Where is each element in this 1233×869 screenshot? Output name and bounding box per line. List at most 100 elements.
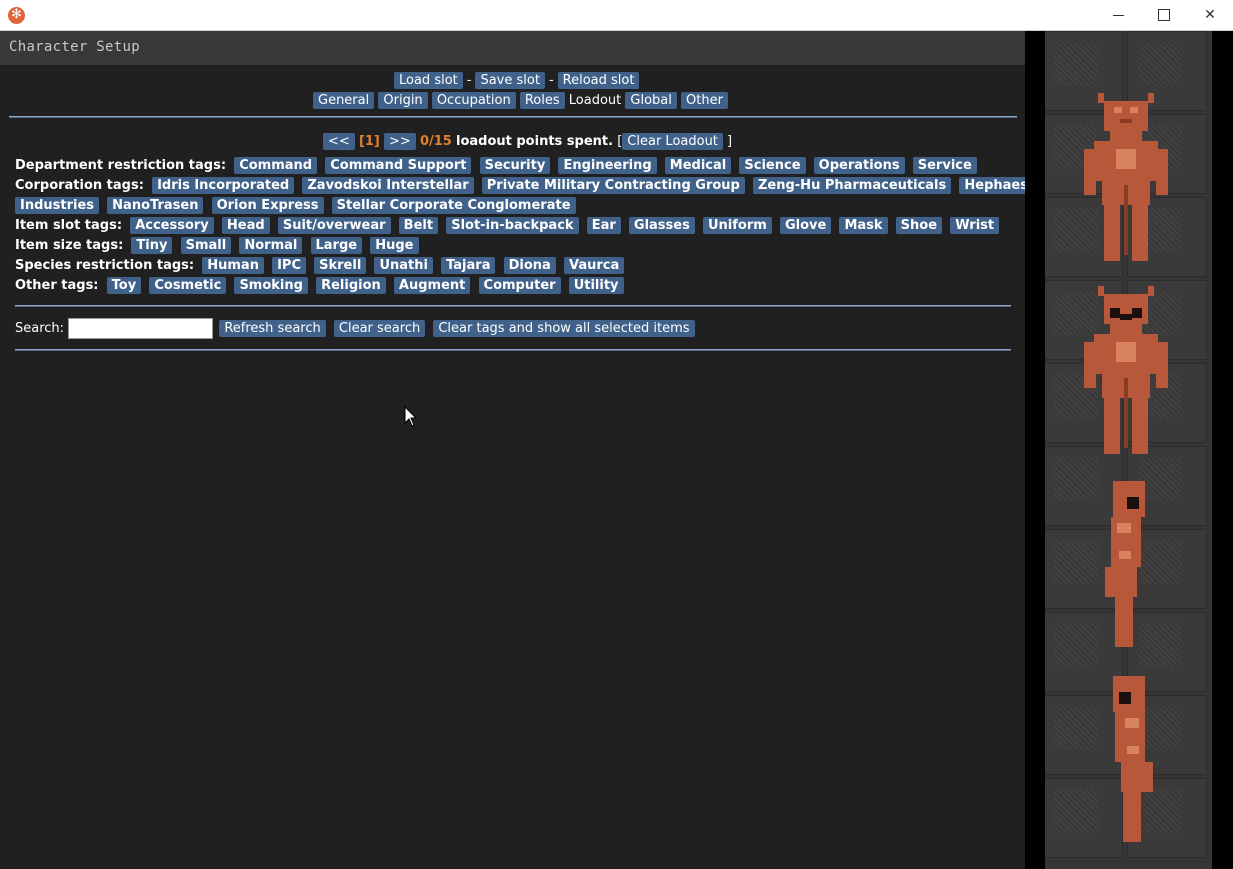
tab-global[interactable]: Global xyxy=(625,92,677,109)
divider xyxy=(15,305,1011,307)
tag-unathi[interactable]: Unathi xyxy=(374,257,433,274)
panel-header: Character Setup xyxy=(0,31,1025,65)
other-tags: Other tags: Toy Cosmetic Smoking Religio… xyxy=(15,277,624,295)
tag-label: Item size tags: xyxy=(15,238,124,253)
tab-occupation[interactable]: Occupation xyxy=(431,92,516,109)
tag-ear[interactable]: Ear xyxy=(586,217,621,234)
load-slot-button[interactable]: Load slot xyxy=(394,72,463,89)
close-icon[interactable]: ✕ xyxy=(1187,0,1233,30)
tag-shoe[interactable]: Shoe xyxy=(895,217,943,234)
maximize-icon[interactable] xyxy=(1141,0,1187,30)
tag-normal[interactable]: Normal xyxy=(239,237,303,254)
slot-controls: Load slot - Save slot - Reload slot xyxy=(394,72,640,89)
search-input[interactable] xyxy=(68,318,214,339)
clear-tags-button[interactable]: Clear tags and show all selected items xyxy=(433,320,695,337)
tag-vaurca[interactable]: Vaurca xyxy=(563,257,625,274)
tag-tajara[interactable]: Tajara xyxy=(441,257,496,274)
tag-smoking[interactable]: Smoking xyxy=(234,277,308,294)
next-page-button[interactable]: >> xyxy=(384,133,416,150)
tag-mask[interactable]: Mask xyxy=(839,217,888,234)
tag-glove[interactable]: Glove xyxy=(779,217,832,234)
clear-loadout-button[interactable]: Clear Loadout xyxy=(622,133,723,150)
tag-suit[interactable]: Suit/overwear xyxy=(277,217,391,234)
tag-cosmetic[interactable]: Cosmetic xyxy=(149,277,227,294)
tag-skrell[interactable]: Skrell xyxy=(314,257,367,274)
tab-general[interactable]: General xyxy=(313,92,375,109)
tag-service[interactable]: Service xyxy=(912,157,977,174)
vaurca-front-sprite xyxy=(1084,93,1168,261)
corporation-tags-cont: Industries NanoTrasen Orion Express Stel… xyxy=(15,197,576,215)
tag-label: Species restriction tags: xyxy=(15,258,195,273)
tag-belt[interactable]: Belt xyxy=(398,217,439,234)
tab-origin[interactable]: Origin xyxy=(378,92,428,109)
tag-orion-express[interactable]: Orion Express xyxy=(211,197,324,214)
loadout-points-text: loadout points spent. xyxy=(455,134,614,149)
tag-wrist[interactable]: Wrist xyxy=(950,217,1000,234)
tag-computer[interactable]: Computer xyxy=(478,277,561,294)
clear-search-button[interactable]: Clear search xyxy=(333,320,426,337)
tag-pmcg[interactable]: Private Military Contracting Group xyxy=(481,177,745,194)
character-preview xyxy=(1045,31,1212,869)
search-row: Search: Refresh search Clear search Clea… xyxy=(15,318,695,339)
divider xyxy=(9,116,1017,118)
setup-tabs: General Origin Occupation Roles Loadout … xyxy=(313,92,728,109)
character-setup-panel: Character Setup Load slot - Save slot - Relo… xyxy=(0,31,1057,869)
slot-separator: - xyxy=(548,73,554,88)
tag-stellar-corporate[interactable]: Stellar Corporate Conglomerate xyxy=(331,197,576,214)
tag-zavodskoi[interactable]: Zavodskoi Interstellar xyxy=(302,177,474,194)
current-page: [1] xyxy=(358,134,380,149)
item-slot-tags: Item slot tags: Accessory Head Suit/over… xyxy=(15,217,1000,235)
tag-idris[interactable]: Idris Incorporated xyxy=(152,177,295,194)
tag-command[interactable]: Command xyxy=(234,157,318,174)
vaurca-front-masked-sprite xyxy=(1084,286,1168,454)
tag-command-support[interactable]: Command Support xyxy=(325,157,472,174)
tag-ipc[interactable]: IPC xyxy=(272,257,306,274)
tag-toy[interactable]: Toy xyxy=(106,277,142,294)
tag-engineering[interactable]: Engineering xyxy=(558,157,657,174)
tag-human[interactable]: Human xyxy=(202,257,264,274)
save-slot-button[interactable]: Save slot xyxy=(475,72,545,89)
tag-nanotrasen[interactable]: NanoTrasen xyxy=(107,197,204,214)
department-tags: Department restriction tags: Command Com… xyxy=(15,157,977,175)
reload-slot-button[interactable]: Reload slot xyxy=(557,72,640,89)
panel-title: Character Setup xyxy=(9,39,140,55)
tag-small[interactable]: Small xyxy=(180,237,232,254)
loadout-pager: << [1] >> 0/15 loadout points spent. [Cl… xyxy=(323,133,732,150)
panel-content: Load slot - Save slot - Reload slot General … xyxy=(0,65,1057,869)
tag-religion[interactable]: Religion xyxy=(316,277,386,294)
refresh-search-button[interactable]: Refresh search xyxy=(219,320,326,337)
tag-operations[interactable]: Operations xyxy=(813,157,905,174)
vaurca-side-left-sprite xyxy=(1105,481,1145,647)
tag-augment[interactable]: Augment xyxy=(393,277,471,294)
tag-science[interactable]: Science xyxy=(739,157,806,174)
tag-diona[interactable]: Diona xyxy=(503,257,556,274)
tag-head[interactable]: Head xyxy=(221,217,270,234)
tag-accessory[interactable]: Accessory xyxy=(130,217,214,234)
tag-label: Item slot tags: xyxy=(15,218,123,233)
tag-label: Other tags: xyxy=(15,278,99,293)
bracket: ] xyxy=(727,134,733,149)
mouse-cursor-icon xyxy=(404,406,418,427)
tag-huge[interactable]: Huge xyxy=(370,237,419,254)
tag-security[interactable]: Security xyxy=(479,157,551,174)
tag-medical[interactable]: Medical xyxy=(664,157,732,174)
prev-page-button[interactable]: << xyxy=(323,133,355,150)
preview-edge xyxy=(1212,31,1233,869)
tag-glasses[interactable]: Glasses xyxy=(628,217,695,234)
tab-roles[interactable]: Roles xyxy=(519,92,565,109)
tag-slot-in-backpack[interactable]: Slot-in-backpack xyxy=(446,217,579,234)
tag-zeng-hu[interactable]: Zeng-Hu Pharmaceuticals xyxy=(752,177,952,194)
loadout-points: 0/15 xyxy=(419,134,452,149)
tag-tiny[interactable]: Tiny xyxy=(131,237,173,254)
divider xyxy=(15,349,1011,351)
tag-large[interactable]: Large xyxy=(310,237,363,254)
preview-gap xyxy=(1025,31,1045,869)
tag-utility[interactable]: Utility xyxy=(568,277,624,294)
species-tags: Species restriction tags: Human IPC Skre… xyxy=(15,257,625,275)
tag-uniform[interactable]: Uniform xyxy=(702,217,772,234)
tab-other[interactable]: Other xyxy=(681,92,728,109)
minimize-icon[interactable] xyxy=(1096,0,1142,30)
corporation-tags: Corporation tags: Idris Incorporated Zav… xyxy=(15,177,1057,195)
tag-hephaestus-cont[interactable]: Industries xyxy=(15,197,100,214)
app-logo-icon xyxy=(8,6,25,24)
